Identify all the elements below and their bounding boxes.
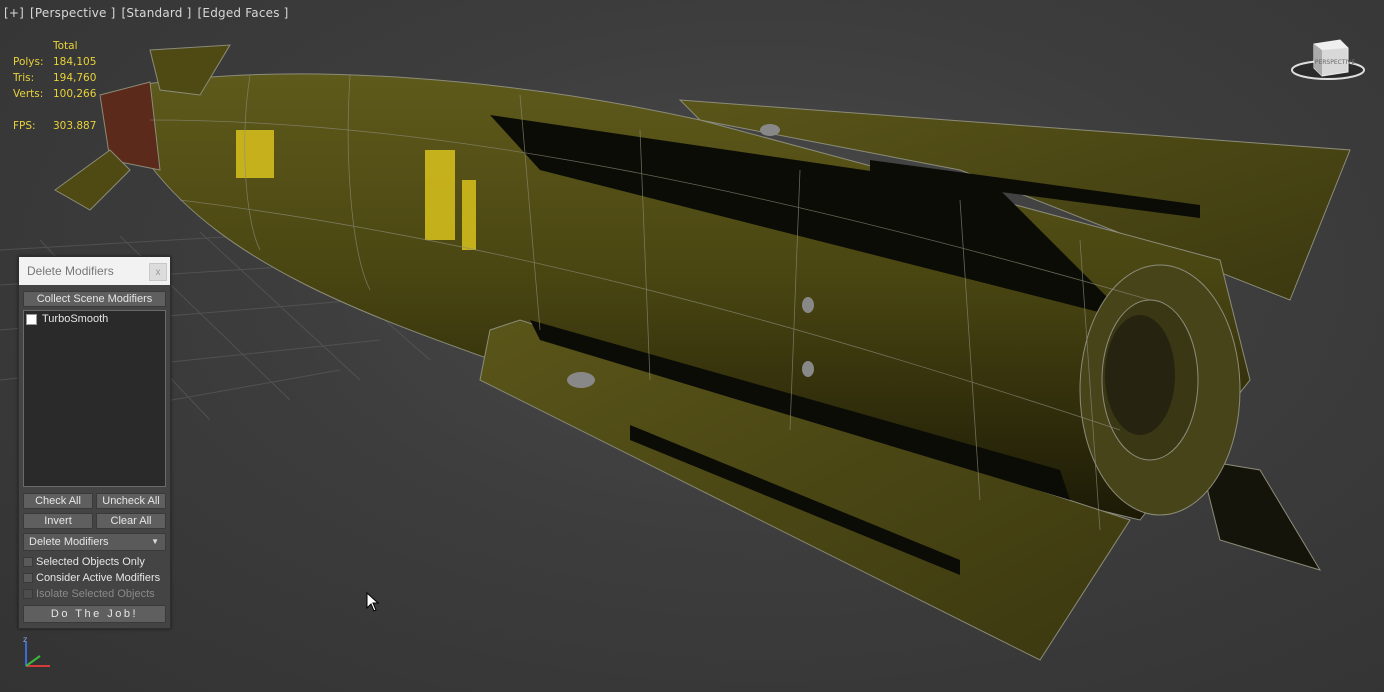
modifiers-list[interactable]: TurboSmooth xyxy=(23,310,166,487)
axis-z-label: z xyxy=(23,635,27,644)
list-item-label: TurboSmooth xyxy=(42,313,109,325)
mode-dropdown[interactable]: Delete Modifiers ▼ xyxy=(23,533,166,551)
consider-active-modifiers-checkbox[interactable]: Consider Active Modifiers xyxy=(23,572,160,584)
uncheck-all-button[interactable]: Uncheck All xyxy=(96,493,166,509)
dialog-title-bar[interactable]: Delete Modifiers x xyxy=(19,257,170,285)
checkbox-label: Isolate Selected Objects xyxy=(36,588,155,600)
stats-verts-value: 100,266 xyxy=(53,88,97,100)
viewport-edged-faces[interactable]: [Edged Faces ] xyxy=(198,6,289,20)
axis-tripod-icon: z xyxy=(23,635,50,667)
viewport-perspective[interactable]: [+] [Perspective ] [Standard ] [Edged Fa… xyxy=(0,0,1384,692)
viewport-shading-standard[interactable]: [Standard ] xyxy=(122,6,192,20)
viewcube-label: PERSPECTIVE xyxy=(1315,59,1356,66)
mode-dropdown-value: Delete Modifiers xyxy=(29,536,109,548)
checkbox-box[interactable] xyxy=(23,573,33,583)
chevron-down-icon: ▼ xyxy=(151,537,159,546)
mouse-cursor-icon xyxy=(366,592,380,612)
clear-all-button[interactable]: Clear All xyxy=(96,513,166,529)
collect-scene-modifiers-button[interactable]: Collect Scene Modifiers xyxy=(23,291,166,307)
isolate-selected-objects-checkbox: Isolate Selected Objects xyxy=(23,588,155,600)
stats-tris-value: 194,760 xyxy=(53,72,97,84)
checkbox-box xyxy=(23,589,33,599)
stats-polys-label: Polys: xyxy=(13,56,44,68)
viewcube-icon[interactable]: PERSPECTIVE xyxy=(1290,36,1370,86)
check-all-button[interactable]: Check All xyxy=(23,493,93,509)
close-button[interactable]: x xyxy=(149,263,167,281)
selected-objects-only-checkbox[interactable]: Selected Objects Only xyxy=(23,556,145,568)
viewport-view-mode[interactable]: [Perspective ] xyxy=(30,6,115,20)
do-the-job-button[interactable]: Do The Job! xyxy=(23,605,166,623)
dialog-title: Delete Modifiers xyxy=(27,264,114,278)
viewport-label[interactable]: [+] [Perspective ] [Standard ] [Edged Fa… xyxy=(4,6,291,20)
delete-modifiers-dialog: Delete Modifiers x Collect Scene Modifie… xyxy=(18,256,171,629)
stats-tris-label: Tris: xyxy=(13,72,35,84)
stats-fps-value: 303.887 xyxy=(53,120,97,132)
checkbox-label: Consider Active Modifiers xyxy=(36,572,161,584)
stats-polys-value: 184,105 xyxy=(53,56,97,68)
checkbox-box[interactable] xyxy=(23,557,33,567)
viewport-menu-plus[interactable]: [+] xyxy=(4,6,24,20)
checkbox-label: Selected Objects Only xyxy=(36,556,145,568)
invert-button[interactable]: Invert xyxy=(23,513,93,529)
viewport-statistics: Total Polys: 184,105 Tris: 194,760 Verts: 1… xyxy=(13,38,96,134)
list-item[interactable]: TurboSmooth xyxy=(24,311,165,327)
rocket-model[interactable] xyxy=(0,0,1384,692)
stats-fps-label: FPS: xyxy=(13,120,36,132)
checkbox-turbosmooth[interactable] xyxy=(26,313,37,325)
stats-header: Total xyxy=(53,40,78,52)
stats-verts-label: Verts: xyxy=(13,88,44,100)
